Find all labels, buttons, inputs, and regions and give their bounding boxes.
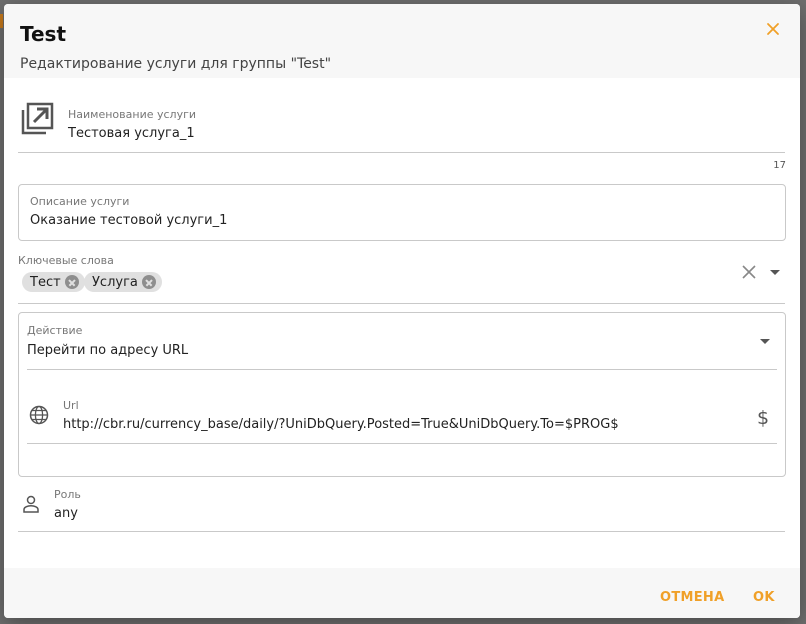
keyword-chip: Тест [22, 272, 85, 292]
role-label: Роль [54, 488, 81, 501]
variable-dollar-icon[interactable]: $ [757, 407, 769, 429]
keyword-chip-label: Тест [30, 274, 61, 290]
dialog-body: Наименование услуги Тестовая услуга_1 17… [4, 78, 800, 568]
action-group: Действие Перейти по адресу URL Url http:… [18, 312, 786, 477]
char-counter: 17 [773, 160, 786, 171]
keywords-underline [18, 303, 785, 304]
dialog-footer: ОТМЕНА OK [4, 568, 800, 618]
url-underline [27, 443, 777, 444]
chip-remove-icon[interactable] [141, 275, 156, 289]
keywords-label: Ключевые слова [18, 254, 114, 267]
ok-button[interactable]: OK [753, 590, 775, 605]
description-label: Описание услуги [30, 195, 130, 208]
cancel-button[interactable]: ОТМЕНА [660, 590, 724, 605]
service-icon [20, 100, 56, 136]
backdrop-accent [0, 14, 3, 28]
url-input[interactable]: http://cbr.ru/currency_base/daily/?UniDb… [63, 417, 619, 432]
close-icon[interactable] [764, 20, 782, 38]
chevron-down-icon[interactable] [770, 270, 780, 275]
globe-icon [29, 405, 49, 425]
role-underline [18, 531, 785, 532]
edit-service-dialog: Test Редактирование услуги для группы "T… [4, 4, 800, 618]
dialog-header: Test Редактирование услуги для группы "T… [4, 4, 800, 78]
person-icon [21, 494, 41, 514]
description-value: Оказание тестовой услуги_1 [30, 213, 228, 228]
chevron-down-icon[interactable] [760, 339, 770, 344]
role-input[interactable]: any [54, 506, 78, 521]
service-name-label: Наименование услуги [68, 108, 197, 121]
url-label: Url [63, 399, 79, 412]
dialog-title: Test [20, 22, 67, 46]
description-field[interactable]: Описание услуги Оказание тестовой услуги… [18, 184, 786, 241]
keyword-chip: Услуга [84, 272, 162, 292]
service-name-input[interactable]: Тестовая услуга_1 [68, 126, 195, 141]
chip-remove-icon[interactable] [64, 275, 79, 289]
keyword-chip-label: Услуга [92, 274, 138, 290]
service-name-underline [18, 152, 785, 153]
dialog-subtitle: Редактирование услуги для группы "Test" [20, 56, 332, 72]
action-underline [27, 369, 777, 370]
action-label: Действие [27, 324, 83, 337]
action-select[interactable]: Перейти по адресу URL [27, 343, 188, 358]
clear-icon[interactable] [740, 263, 758, 281]
